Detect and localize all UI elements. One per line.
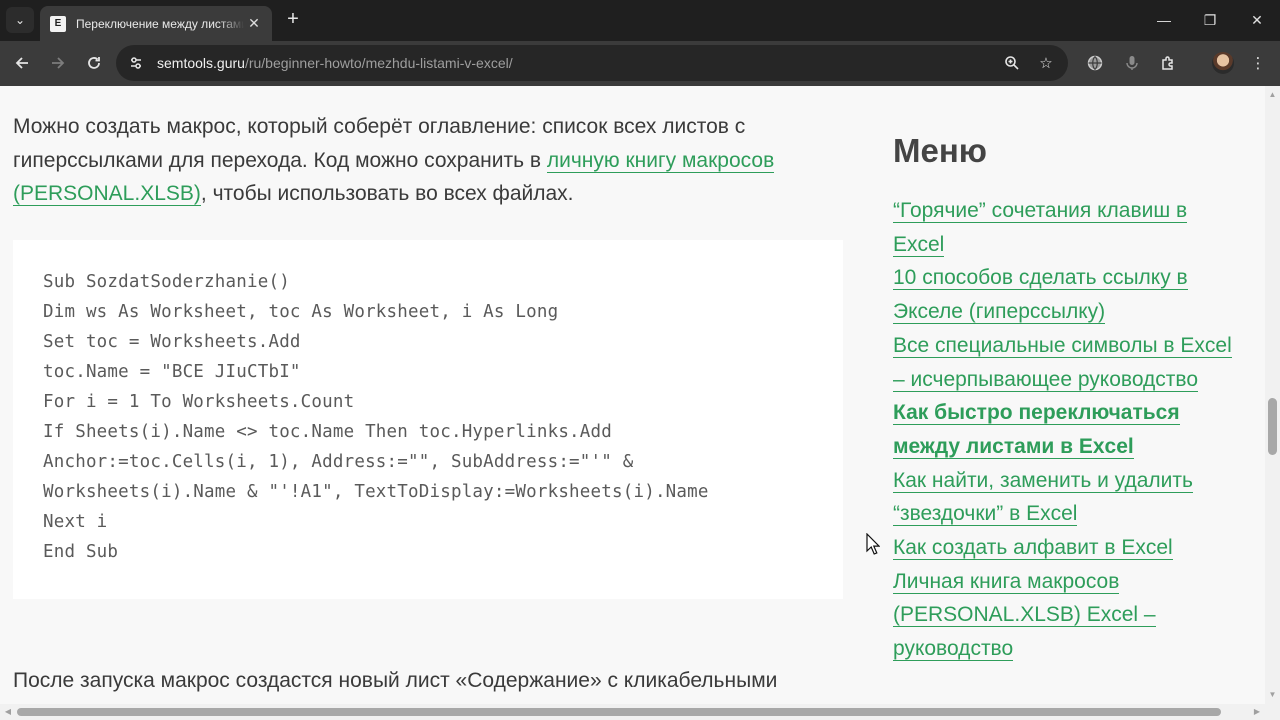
translate-icon[interactable] <box>1084 52 1106 74</box>
code-line: Sub SozdatSoderzhanie() <box>43 272 290 292</box>
restore-button[interactable]: ❐ <box>1187 0 1233 40</box>
code-line: toc.Name = "ВСЕ JIuCTbI" <box>43 362 301 382</box>
mouse-cursor-icon <box>866 533 880 555</box>
reload-icon[interactable] <box>80 49 108 77</box>
zoom-icon[interactable] <box>1002 53 1022 73</box>
menu-link-personal-xlsb[interactable]: Личная книга макросов (PERSONAL.XLSB) Ex… <box>893 569 1156 662</box>
more-menu-icon[interactable]: ⋮ <box>1247 52 1269 74</box>
menu-link-asterisks[interactable]: Как найти, заменить и удалить “звездочки… <box>893 468 1193 527</box>
url-text[interactable]: semtools.guru/ru/beginner-howto/mezhdu-l… <box>157 55 513 71</box>
address-bar[interactable]: semtools.guru/ru/beginner-howto/mezhdu-l… <box>116 45 1068 81</box>
minimize-button[interactable]: — <box>1141 0 1187 40</box>
code-line: Next i <box>43 512 108 532</box>
after-code-paragraph: После запуска макрос создастся новый лис… <box>13 669 778 692</box>
url-path: /ru/beginner-howto/mezhdu-listami-v-exce… <box>244 55 513 71</box>
menu-link-alphabet[interactable]: Как создать алфавит в Excel <box>893 536 1173 561</box>
code-line: End Sub <box>43 542 119 562</box>
active-tab[interactable]: E Переключение между листами ✕ <box>40 6 272 41</box>
code-line: If Sheets(i).Name <> toc.Name Then toc.H… <box>43 422 613 442</box>
menu-link-hotkeys[interactable]: “Горячие” сочетания клавиш в Excel <box>893 199 1188 257</box>
code-line: Worksheets(i).Name & "'!A1", TextToDispl… <box>43 482 709 502</box>
browser-toolbar: semtools.guru/ru/beginner-howto/mezhdu-l… <box>0 41 1280 86</box>
tab-strip: ⌄ E Переключение между листами ✕ + — ❐ ✕ <box>0 0 1280 41</box>
sidebar-menu: “Горячие” сочетания клавиш в Excel 10 сп… <box>893 194 1233 666</box>
menu-item-current: Как быстро переключаться между листами в… <box>893 396 1233 463</box>
horizontal-scroll-thumb[interactable] <box>17 708 1221 716</box>
menu-item: Как создать алфавит в Excel <box>893 531 1233 565</box>
intro-text-end: , чтобы использовать во всех файлах. <box>200 182 574 205</box>
menu-item: “Горячие” сочетания клавиш в Excel <box>893 194 1233 261</box>
scroll-right-icon[interactable]: ▶ <box>1252 707 1262 717</box>
menu-item: Все специальные символы в Excel – исчерп… <box>893 329 1233 396</box>
code-block: Sub SozdatSoderzhanie() Dim ws As Worksh… <box>13 240 843 599</box>
code-line: Anchor:=toc.Cells(i, 1), Address:="", Su… <box>43 452 634 472</box>
back-icon[interactable] <box>8 49 36 77</box>
vertical-scroll-thumb[interactable] <box>1268 398 1277 455</box>
vertical-scrollbar[interactable]: ▲ ▼ <box>1265 86 1280 704</box>
intro-paragraph: Можно создать макрос, который соберёт ог… <box>13 110 813 211</box>
window-close-button[interactable]: ✕ <box>1234 0 1280 40</box>
tab-close-icon[interactable]: ✕ <box>246 15 262 32</box>
code-line: For i = 1 To Worksheets.Count <box>43 392 355 412</box>
menu-link-special-symbols[interactable]: Все специальные символы в Excel – исчерп… <box>893 333 1232 392</box>
code-line: Set toc = Worksheets.Add <box>43 332 301 352</box>
scroll-left-icon[interactable]: ◀ <box>3 707 13 717</box>
menu-link-hyperlinks[interactable]: 10 способов сделать ссылку в Экселе (гип… <box>893 266 1188 325</box>
url-host: semtools.guru <box>157 55 245 71</box>
scroll-up-icon[interactable]: ▲ <box>1268 90 1277 99</box>
microphone-icon[interactable] <box>1121 52 1143 74</box>
scroll-down-icon[interactable]: ▼ <box>1268 690 1277 699</box>
menu-link-switch-sheets[interactable]: Как быстро переключаться между листами в… <box>893 401 1180 459</box>
horizontal-scrollbar[interactable]: ◀ ▶ <box>0 704 1280 720</box>
forward-icon[interactable] <box>44 49 72 77</box>
tab-search-icon[interactable]: ⌄ <box>6 7 34 33</box>
menu-item: Личная книга макросов (PERSONAL.XLSB) Ex… <box>893 565 1233 666</box>
code-line: Dim ws As Worksheet, toc As Worksheet, i… <box>43 302 559 322</box>
page-content: Можно создать макрос, который соберёт ог… <box>0 86 1265 704</box>
bookmark-star-icon[interactable]: ☆ <box>1036 53 1056 73</box>
site-favicon-icon: E <box>50 15 66 32</box>
site-info-icon[interactable] <box>126 53 146 73</box>
menu-item: 10 способов сделать ссылку в Экселе (гип… <box>893 261 1233 328</box>
menu-item: Как найти, заменить и удалить “звездочки… <box>893 464 1233 531</box>
profile-avatar[interactable] <box>1212 52 1234 74</box>
new-tab-button[interactable]: + <box>282 9 304 31</box>
sidebar-title: Меню <box>893 132 987 169</box>
extensions-icon[interactable] <box>1157 52 1179 74</box>
tab-title: Переключение между листами <box>76 16 244 31</box>
